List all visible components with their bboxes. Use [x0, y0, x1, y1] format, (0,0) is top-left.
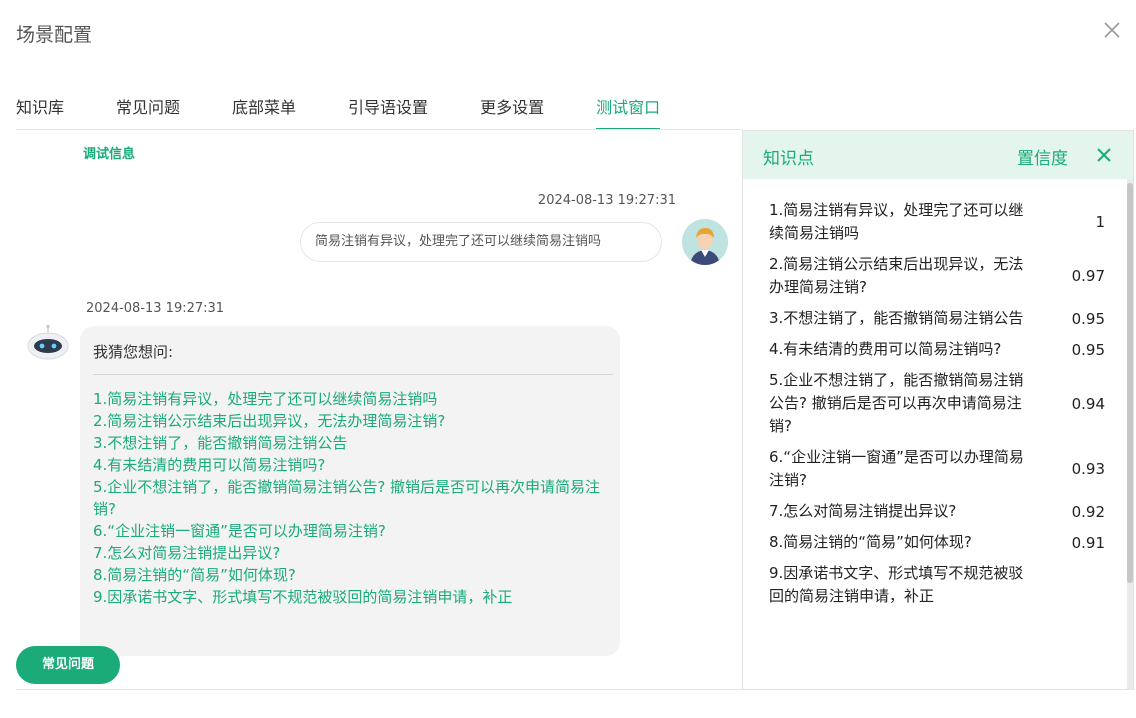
- knowledge-point-text: 7.怎么对简易注销提出异议?: [769, 502, 957, 520]
- suggestion-item[interactable]: 9.因承诺书文字、形式填写不规范被驳回的简易注销申请，补正: [93, 586, 613, 608]
- knowledge-point-text: 9.因承诺书文字、形式填写不规范被驳回的简易注销申请，补正: [769, 564, 1024, 605]
- suggestion-item[interactable]: 5.企业不想注销了，能否撤销简易注销公告? 撤销后是否可以再次申请简易注销?: [93, 476, 613, 520]
- confidence-score: 0.97: [1071, 267, 1105, 285]
- close-icon[interactable]: [1095, 146, 1113, 164]
- knowledge-point-text: 5.企业不想注销了，能否撤销简易注销公告? 撤销后是否可以再次申请简易注销?: [769, 371, 1024, 435]
- knowledge-point-list: 1.简易注销有异议，处理完了还可以继续简易注销吗 1 2.简易注销公示结束后出现…: [743, 195, 1133, 612]
- suggestion-item[interactable]: 8.简易注销的“简易”如何体现?: [93, 564, 613, 586]
- knowledge-point-row[interactable]: 9.因承诺书文字、形式填写不规范被驳回的简易注销申请，补正: [743, 558, 1133, 612]
- bot-message-time: 2024-08-13 19:27:31: [86, 301, 225, 316]
- knowledge-point-row[interactable]: 5.企业不想注销了，能否撤销简易注销公告? 撤销后是否可以再次申请简易注销? 0…: [743, 365, 1133, 442]
- confidence-score: 0.93: [1071, 460, 1105, 478]
- confidence-score: 0.94: [1071, 394, 1105, 413]
- confidence-score: 1: [1095, 213, 1105, 231]
- knowledge-point-row[interactable]: 6.“企业注销一窗通”是否可以办理简易注销? 0.93: [743, 442, 1133, 496]
- tab-more-settings[interactable]: 更多设置: [480, 94, 544, 130]
- bot-message-divider: [93, 374, 613, 375]
- knowledge-point-text: 6.“企业注销一窗通”是否可以办理简易注销?: [769, 448, 1024, 489]
- knowledge-point-row[interactable]: 2.简易注销公示结束后出现异议，无法办理简易注销? 0.97: [743, 249, 1133, 303]
- chat-bottom-divider: [16, 689, 742, 690]
- confidence-score: 0.95: [1071, 340, 1105, 359]
- user-message-bubble: 简易注销有异议，处理完了还可以继续简易注销吗: [300, 222, 662, 262]
- tab-bar: 知识库 常见问题 底部菜单 引导语设置 更多设置 测试窗口: [16, 94, 712, 130]
- suggestion-item[interactable]: 4.有未结清的费用可以简易注销吗?: [93, 454, 613, 476]
- knowledge-point-row[interactable]: 8.简易注销的“简易”如何体现? 0.91: [743, 527, 1133, 558]
- user-avatar: [682, 219, 728, 265]
- faq-button[interactable]: 常见问题: [16, 646, 120, 684]
- tab-guide-text-settings[interactable]: 引导语设置: [348, 94, 428, 130]
- knowledge-point-text: 1.简易注销有异议，处理完了还可以继续简易注销吗: [769, 201, 1024, 242]
- suggestion-item[interactable]: 6.“企业注销一窗通”是否可以办理简易注销?: [93, 520, 613, 542]
- knowledge-point-text: 2.简易注销公示结束后出现异议，无法办理简易注销?: [769, 255, 1024, 296]
- knowledge-point-row[interactable]: 3.不想注销了，能否撤销简易注销公告 0.95: [743, 303, 1133, 334]
- knowledge-point-row[interactable]: 1.简易注销有异议，处理完了还可以继续简易注销吗 1: [743, 195, 1133, 249]
- suggestion-item[interactable]: 7.怎么对简易注销提出异议?: [93, 542, 613, 564]
- knowledge-point-row[interactable]: 7.怎么对简易注销提出异议? 0.92: [743, 496, 1133, 527]
- user-message-time: 2024-08-13 19:27:31: [537, 193, 676, 208]
- panel-scrollbar-thumb[interactable]: [1127, 183, 1133, 583]
- tabs-divider: [16, 129, 742, 130]
- suggestion-item[interactable]: 1.简易注销有异议，处理完了还可以继续简易注销吗: [93, 388, 613, 410]
- bot-message-heading: 我猜您想问:: [93, 343, 174, 361]
- knowledge-point-row[interactable]: 4.有未结清的费用可以简易注销吗? 0.95: [743, 334, 1133, 365]
- knowledge-point-text: 3.不想注销了，能否撤销简易注销公告: [769, 309, 1024, 327]
- close-icon[interactable]: [1102, 20, 1122, 40]
- dialog-title: 场景配置: [16, 24, 93, 46]
- confidence-label: 置信度: [1017, 149, 1068, 169]
- scene-config-dialog: 场景配置 知识库 常见问题 底部菜单 引导语设置 更多设置 测试窗口 调试信息 …: [0, 0, 1136, 718]
- tab-faq[interactable]: 常见问题: [116, 94, 180, 130]
- tab-bottom-menu[interactable]: 底部菜单: [232, 94, 296, 130]
- bot-message-bubble: 我猜您想问: 1.简易注销有异议，处理完了还可以继续简易注销吗 2.简易注销公示…: [80, 326, 620, 656]
- knowledge-point-text: 8.简易注销的“简易”如何体现?: [769, 533, 972, 551]
- knowledge-point-text: 4.有未结清的费用可以简易注销吗?: [769, 340, 1002, 358]
- panel-title: 知识点: [763, 149, 814, 169]
- suggestion-item[interactable]: 2.简易注销公示结束后出现异议，无法办理简易注销?: [93, 410, 613, 432]
- confidence-score: 0.95: [1071, 309, 1105, 328]
- tab-test-window[interactable]: 测试窗口: [596, 94, 661, 130]
- suggestion-list: 1.简易注销有异议，处理完了还可以继续简易注销吗 2.简易注销公示结束后出现异议…: [93, 388, 613, 608]
- confidence-score: 0.92: [1071, 502, 1105, 521]
- debug-info-label[interactable]: 调试信息: [83, 143, 135, 162]
- panel-header: 知识点 置信度: [743, 131, 1133, 179]
- suggestion-item[interactable]: 3.不想注销了，能否撤销简易注销公告: [93, 432, 613, 454]
- knowledge-point-panel: 知识点 置信度 1.简易注销有异议，处理完了还可以继续简易注销吗 1 2.简易注…: [742, 130, 1134, 690]
- robot-avatar: [26, 324, 70, 364]
- tab-knowledge-base[interactable]: 知识库: [16, 94, 64, 130]
- confidence-score: 0.91: [1071, 533, 1105, 552]
